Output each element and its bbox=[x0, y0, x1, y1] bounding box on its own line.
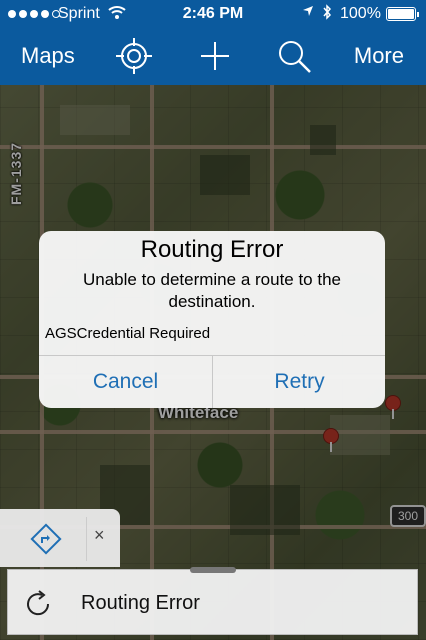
bluetooth-icon bbox=[322, 4, 332, 24]
status-bar: Sprint 2:46 PM 100% bbox=[0, 0, 426, 28]
route-status-label: Routing Error bbox=[81, 592, 200, 614]
directions-tab[interactable]: × bbox=[0, 509, 120, 567]
close-icon[interactable]: × bbox=[94, 525, 105, 546]
navigation-bar: Maps More bbox=[0, 28, 426, 85]
maps-button[interactable]: Maps bbox=[21, 43, 75, 69]
retry-button[interactable]: Retry bbox=[213, 356, 385, 408]
more-button[interactable]: More bbox=[354, 43, 404, 69]
alert-message: Unable to determine a route to the desti… bbox=[83, 270, 341, 311]
tab-divider bbox=[86, 517, 87, 561]
battery-percentage: 100% bbox=[340, 5, 381, 22]
panel-drag-handle[interactable] bbox=[190, 567, 236, 573]
locate-icon[interactable] bbox=[114, 36, 154, 76]
directions-icon[interactable] bbox=[30, 523, 62, 555]
alert-title: Routing Error bbox=[140, 236, 284, 263]
routing-error-alert: Routing Error Unable to determine a rout… bbox=[39, 231, 385, 408]
route-panel[interactable]: Routing Error bbox=[7, 569, 418, 635]
alert-detail: AGSCredential Required bbox=[45, 325, 211, 342]
add-icon[interactable] bbox=[195, 36, 235, 76]
search-icon[interactable] bbox=[274, 36, 314, 76]
refresh-icon[interactable] bbox=[20, 586, 56, 622]
cancel-button[interactable]: Cancel bbox=[39, 356, 212, 408]
battery-icon bbox=[386, 7, 419, 21]
location-arrow-icon bbox=[302, 5, 314, 20]
